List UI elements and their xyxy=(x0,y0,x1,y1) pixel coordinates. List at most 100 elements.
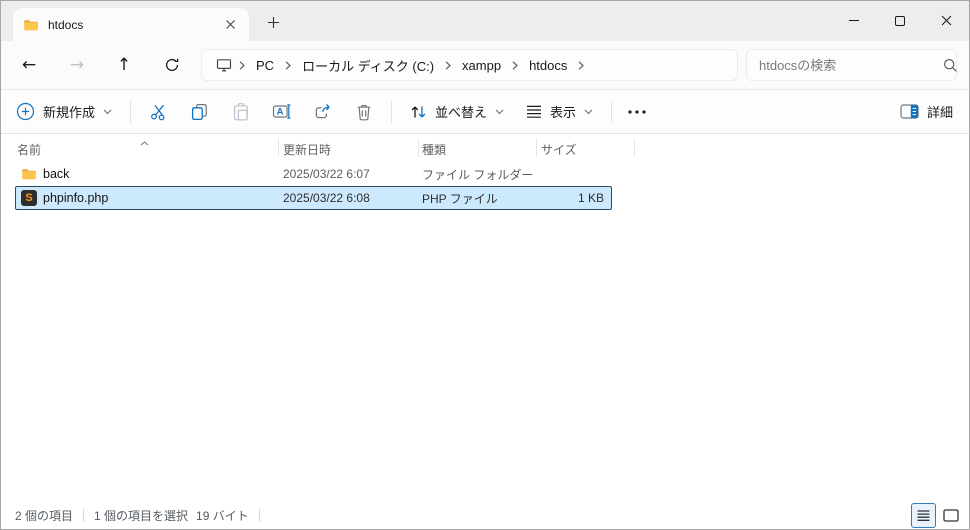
file-list-area: 名前 更新日時 種類 サイズ back 2025/03/22 6:07 ファイル… xyxy=(1,134,969,504)
sort-button[interactable]: 並べ替え xyxy=(399,95,515,129)
large-icons-view-icon xyxy=(943,509,959,522)
php-file-icon: S xyxy=(21,190,37,206)
file-row-back[interactable]: back 2025/03/22 6:07 ファイル フォルダー xyxy=(15,162,612,186)
breadcrumb[interactable]: PC ローカル ディスク (C:) xampp htdocs xyxy=(201,49,738,81)
view-list-icon xyxy=(526,105,542,119)
folder-icon xyxy=(21,166,37,182)
new-button[interactable]: 新規作成 xyxy=(5,95,123,129)
delete-button[interactable] xyxy=(343,95,384,129)
large-icons-view-toggle[interactable] xyxy=(938,503,963,528)
file-type: ファイル フォルダー xyxy=(422,166,533,183)
paste-button[interactable] xyxy=(220,95,261,129)
toolbar-separator xyxy=(130,101,131,123)
breadcrumb-item-local-disk[interactable]: ローカル ディスク (C:) xyxy=(293,52,443,79)
chevron-right-icon xyxy=(443,60,453,71)
trash-icon xyxy=(356,103,372,121)
folder-icon xyxy=(23,17,39,33)
column-header-type[interactable]: 種類 xyxy=(422,141,446,158)
toolbar-separator xyxy=(391,101,392,123)
file-name: back xyxy=(43,167,69,181)
file-row-phpinfo[interactable]: S phpinfo.php 2025/03/22 6:08 PHP ファイル 1… xyxy=(15,186,612,210)
cut-button[interactable] xyxy=(138,95,179,129)
selection-count: 1 個の項目を選択 xyxy=(94,507,188,524)
maximize-icon xyxy=(895,16,905,26)
command-toolbar: 新規作成 A xyxy=(1,89,969,134)
status-bar: 2 個の項目 1 個の項目を選択 19 バイト xyxy=(1,501,969,529)
column-header-date[interactable]: 更新日時 xyxy=(283,141,331,158)
column-divider[interactable] xyxy=(278,138,279,157)
file-name: phpinfo.php xyxy=(43,191,108,205)
titlebar: htdocs xyxy=(1,1,969,41)
status-divider xyxy=(83,509,84,522)
paste-icon xyxy=(233,103,249,121)
explorer-tab[interactable]: htdocs xyxy=(13,8,249,41)
breadcrumb-item-xampp[interactable]: xampp xyxy=(453,54,510,77)
breadcrumb-item-pc[interactable]: PC xyxy=(247,54,283,77)
copy-button[interactable] xyxy=(179,95,220,129)
column-header-name[interactable]: 名前 xyxy=(17,141,41,158)
minimize-icon xyxy=(849,20,859,21)
monitor-icon xyxy=(208,57,237,73)
back-button[interactable]: ← xyxy=(13,49,45,81)
plus-icon xyxy=(267,16,280,29)
details-view-toggle[interactable] xyxy=(911,503,936,528)
window-controls xyxy=(831,1,969,40)
refresh-button[interactable] xyxy=(156,49,188,81)
file-date: 2025/03/22 6:08 xyxy=(283,191,370,205)
tab-title: htdocs xyxy=(48,18,83,32)
copy-icon xyxy=(191,103,208,121)
minimize-button[interactable] xyxy=(831,1,877,40)
column-divider[interactable] xyxy=(634,138,635,157)
sort-button-label: 並べ替え xyxy=(435,102,487,121)
column-header-size[interactable]: サイズ xyxy=(541,141,577,158)
item-count: 2 個の項目 xyxy=(15,507,73,524)
selection-size: 19 バイト xyxy=(196,507,249,524)
rename-icon: A xyxy=(272,103,291,120)
column-divider[interactable] xyxy=(536,138,537,157)
details-pane-icon xyxy=(900,104,919,119)
column-divider[interactable] xyxy=(418,138,419,157)
tab-close-button[interactable] xyxy=(219,14,241,36)
details-pane-button[interactable]: 詳細 xyxy=(892,95,961,129)
file-size: 1 KB xyxy=(578,191,604,205)
navigation-bar: ← → ↑ PC ローカル ディスク (C:) xampp htdocs xyxy=(1,41,969,89)
file-date: 2025/03/22 6:07 xyxy=(283,167,370,181)
breadcrumb-item-htdocs[interactable]: htdocs xyxy=(520,54,576,77)
details-pane-label: 詳細 xyxy=(927,102,953,121)
chevron-down-icon xyxy=(495,109,504,115)
refresh-icon xyxy=(164,57,180,73)
close-icon xyxy=(225,19,236,30)
search-box xyxy=(746,49,957,81)
close-button[interactable] xyxy=(923,1,969,40)
close-icon xyxy=(941,15,952,26)
more-options-icon xyxy=(628,110,646,114)
maximize-button[interactable] xyxy=(877,1,923,40)
column-header-row: 名前 更新日時 種類 サイズ xyxy=(1,134,969,161)
details-view-icon xyxy=(917,510,930,521)
rename-button[interactable]: A xyxy=(261,95,302,129)
plus-circle-icon xyxy=(16,102,35,121)
forward-button[interactable]: → xyxy=(61,49,93,81)
file-explorer-window: htdocs ← → ↑ xyxy=(0,0,970,530)
sort-icon xyxy=(410,104,427,120)
file-rows: back 2025/03/22 6:07 ファイル フォルダー S phpinf… xyxy=(1,162,969,210)
toolbar-separator xyxy=(611,101,612,123)
chevron-right-icon xyxy=(576,60,586,71)
share-button[interactable] xyxy=(302,95,343,129)
search-icon[interactable] xyxy=(939,58,969,73)
chevron-right-icon xyxy=(237,60,247,71)
status-divider xyxy=(259,509,260,522)
view-button[interactable]: 表示 xyxy=(515,95,604,129)
file-type: PHP ファイル xyxy=(422,190,498,207)
new-tab-button[interactable] xyxy=(261,10,285,34)
more-options-button[interactable] xyxy=(619,95,655,129)
share-icon xyxy=(314,103,332,120)
search-input[interactable] xyxy=(747,58,939,73)
up-button[interactable]: ↑ xyxy=(108,49,140,81)
svg-text:A: A xyxy=(277,107,284,118)
new-button-label: 新規作成 xyxy=(43,102,95,121)
chevron-right-icon xyxy=(510,60,520,71)
chevron-down-icon xyxy=(103,109,112,115)
cut-icon xyxy=(150,103,168,121)
sort-ascending-icon xyxy=(140,135,149,149)
